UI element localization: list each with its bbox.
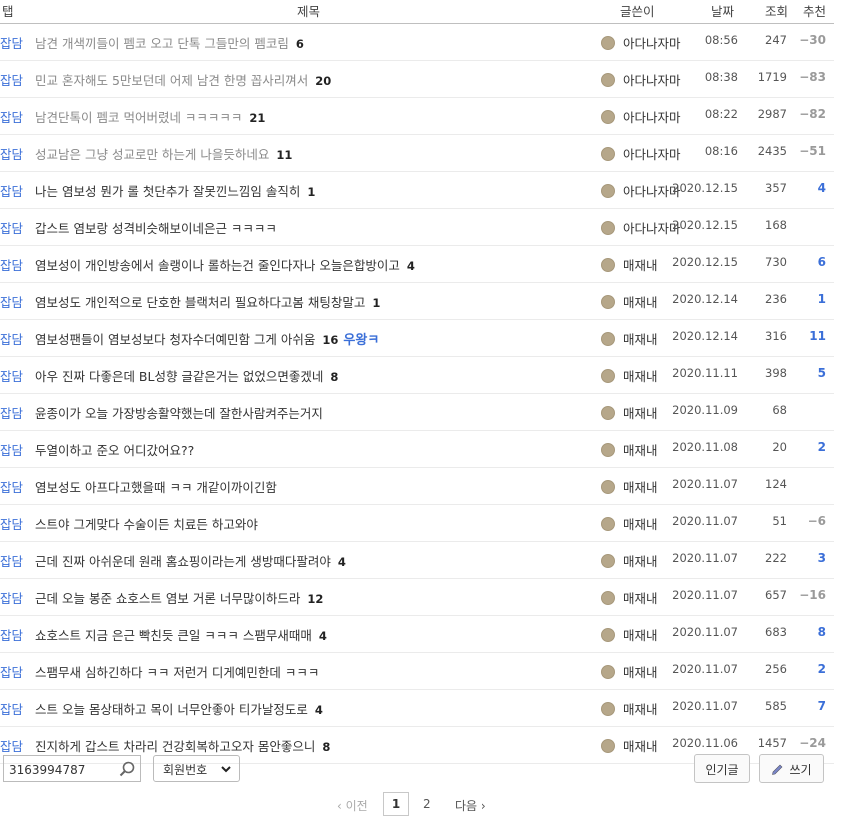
table-row[interactable]: 잡담 염보성이 개인방송에서 솔랭이나 롤하는건 줄인다자나 오늘은합방이고 4 매재… — [0, 246, 834, 283]
post-recommend: 4 — [817, 181, 826, 195]
post-recommend: −30 — [799, 33, 826, 47]
post-recommend: −6 — [807, 514, 826, 528]
table-row[interactable]: 잡담 남견 개색끼들이 펨코 오고 단톡 그들만의 펨코림 6 아다나자마 08:56 2… — [0, 24, 834, 61]
post-recommend: 11 — [809, 329, 826, 343]
header-rec: 추천 — [803, 4, 827, 19]
post-recommend: 7 — [817, 699, 826, 713]
header-views: 조회 — [765, 4, 789, 19]
page-2-link[interactable]: 2 — [423, 797, 431, 811]
table-row[interactable]: 잡담 윤종이가 오늘 가장방송활약했는데 잘한사람켜주는거지 매재내 2020.11.… — [0, 394, 834, 431]
prev-page-link[interactable]: ‹ 이전 — [337, 797, 368, 814]
post-views: 124 — [765, 477, 787, 491]
search-box — [3, 755, 141, 782]
post-list: 잡담 남견 개색끼들이 펨코 오고 단톡 그들만의 펨코림 6 아다나자마 08:56 2… — [0, 24, 834, 764]
table-row[interactable]: 잡담 스팸무새 심하긴하다 ㅋㅋ 저런거 디게예민한데 ㅋㅋㅋ 매재내 2020.11… — [0, 653, 834, 690]
pagination: ‹ 이전 1 2 다음 › — [0, 790, 834, 818]
table-row[interactable]: 잡담 근데 오늘 봉준 쇼호스트 염보 거론 너무많이하드라 12 매재내 2020.1… — [0, 579, 834, 616]
chevron-down-icon — [221, 766, 231, 773]
table-row[interactable]: 잡담 갑스트 염보랑 성격비슷해보이네은근 ㅋㅋㅋㅋ 아다나자마 2020.12.15… — [0, 209, 834, 246]
post-recommend: −82 — [799, 107, 826, 121]
table-row[interactable]: 잡담 염보성도 아프다고했을때 ㅋㅋ 개같이까이긴함 매재내 2020.11.07 12… — [0, 468, 834, 505]
popular-posts-button[interactable]: 인기글 — [694, 754, 750, 783]
post-views: 168 — [765, 218, 787, 232]
table-row[interactable]: 잡담 민교 혼자해도 5만보던데 어제 남견 한명 꼽사리껴서 20 아다나자마 08:… — [0, 61, 834, 98]
search-type-select[interactable]: 회원번호 — [153, 755, 240, 782]
next-page-link[interactable]: 다음 › — [455, 797, 486, 814]
popular-posts-label: 인기글 — [705, 763, 739, 777]
post-recommend: −83 — [799, 70, 826, 84]
table-row[interactable]: 잡담 염보성팬들이 염보성보다 청자수더예민함 그게 아쉬움 16 우왕ㅋ 매재내 202… — [0, 320, 834, 357]
table-row[interactable]: 잡담 남견단톡이 펨코 먹어버렸네 ㅋㅋㅋㅋㅋ 21 아다나자마 08:22 2987 −8… — [0, 98, 834, 135]
table-row[interactable]: 잡담 아우 진짜 다좋은데 BL성향 글같은거는 없었으면좋겠네 8 매재내 2020.… — [0, 357, 834, 394]
post-recommend: −24 — [799, 736, 826, 750]
post-recommend: 3 — [817, 551, 826, 565]
page-1-link[interactable]: 1 — [383, 792, 409, 816]
table-row[interactable]: 잡담 두열이하고 준오 어디갔어요?? 매재내 2020.11.08 20 2 — [0, 431, 834, 468]
table-row[interactable]: 잡담 성교남은 그냥 성교로만 하는게 나을듯하네요 11 아다나자마 08:16 243… — [0, 135, 834, 172]
header-author: 글쓴이 — [620, 4, 655, 19]
table-header: 탭 제목 글쓴이 날짜 조회 추천 — [0, 0, 834, 24]
table-row[interactable]: 잡담 근데 진짜 아쉬운데 원래 홈쇼핑이라는게 생방때다팔려야 4 매재내 2020.… — [0, 542, 834, 579]
post-recommend: 1 — [817, 292, 826, 306]
header-date: 날짜 — [711, 4, 735, 19]
post-recommend: 5 — [817, 366, 826, 380]
table-row[interactable]: 잡담 염보성도 개인적으로 단호한 블랙처리 필요하다고봄 채팅창말고 1 매재내 20… — [0, 283, 834, 320]
write-label: 쓰기 — [789, 763, 812, 777]
post-recommend: −51 — [799, 144, 826, 158]
header-title: 제목 — [297, 4, 321, 19]
post-views: 68 — [772, 403, 787, 417]
search-type-value: 회원번호 — [163, 763, 208, 777]
table-row[interactable]: 잡담 쇼호스트 지금 은근 빡친듯 큰일 ㅋㅋㅋ 스팸무새때매 4 매재내 2020.1… — [0, 616, 834, 653]
pencil-icon — [772, 764, 783, 775]
search-icon[interactable] — [118, 760, 136, 778]
post-recommend: −16 — [799, 588, 826, 602]
table-row[interactable]: 잡담 스트야 그게맞다 수술이든 치료든 하고와야 매재내 2020.11.07 51−… — [0, 505, 834, 542]
post-recommend: 2 — [817, 662, 826, 676]
post-board: 탭 제목 글쓴이 날짜 조회 추천 잡담 남견 개색끼들이 펨코 오고 단톡 그들… — [0, 0, 834, 764]
header-tab: 탭 — [2, 4, 14, 19]
write-button[interactable]: 쓰기 — [759, 754, 824, 783]
table-row[interactable]: 잡담 나는 염보성 뭔가 롤 첫단추가 잘못낀느낌임 솔직히 1 아다나자마 2020.… — [0, 172, 834, 209]
post-recommend: 8 — [817, 625, 826, 639]
table-row[interactable]: 잡담 스트 오늘 몸상태하고 목이 너무안좋아 티가날정도로 4 매재내 2020.11… — [0, 690, 834, 727]
post-recommend: 6 — [817, 255, 826, 269]
search-input[interactable] — [7, 757, 123, 782]
post-recommend: 2 — [817, 440, 826, 454]
board-footer: 회원번호 인기글 쓰기 — [0, 752, 834, 786]
